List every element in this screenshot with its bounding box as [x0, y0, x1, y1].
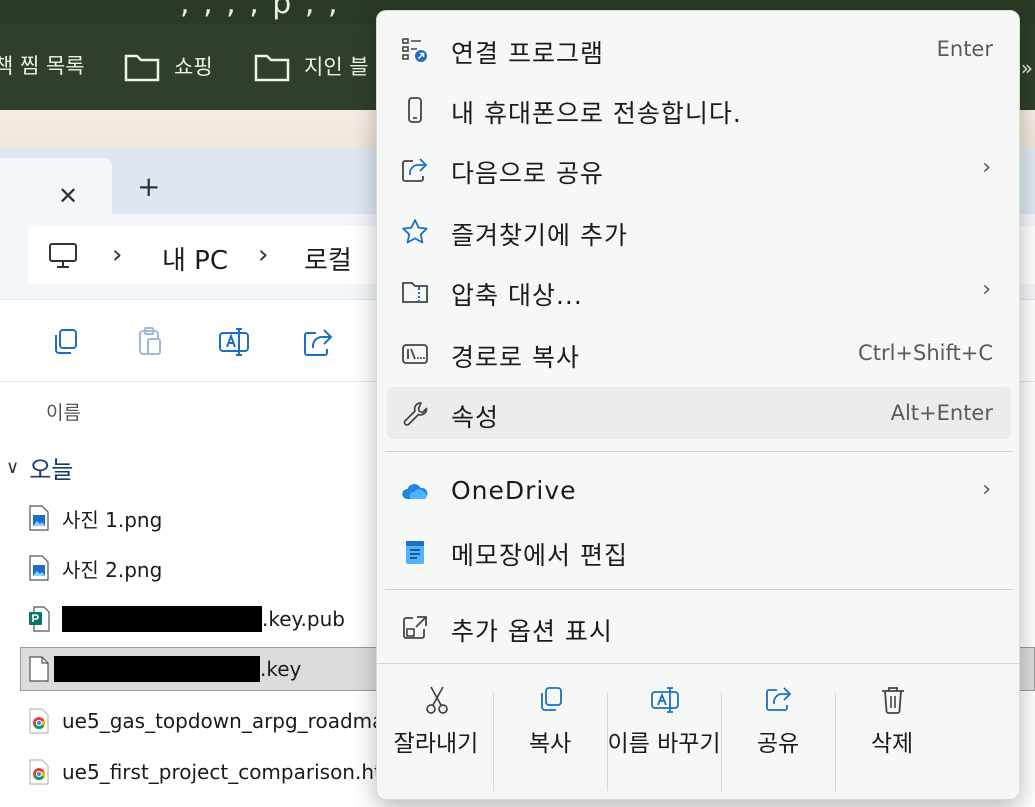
- explorer-tab[interactable]: ✕: [0, 158, 112, 214]
- browser-title-text: , , , , p , ,: [180, 0, 340, 21]
- chevron-right-icon: ›: [982, 477, 991, 502]
- column-header-name[interactable]: 이름: [46, 398, 81, 425]
- action-label: 복사: [528, 731, 572, 757]
- menu-item-send-to-phone[interactable]: 내 휴대폰으로 전송합니다.: [387, 83, 1011, 135]
- redacted-filename-block: [54, 656, 260, 682]
- folder-icon: [124, 54, 160, 82]
- chrome-html-icon: [29, 708, 49, 734]
- menu-divider: [385, 589, 1013, 590]
- bookmark-folder-shopping[interactable]: 쇼핑: [124, 50, 213, 82]
- open-with-icon: [402, 38, 427, 62]
- action-label: 공유: [756, 731, 800, 757]
- chrome-html-icon: [29, 759, 49, 785]
- context-menu: 연결 프로그램 Enter 내 휴대폰으로 전송합니다. 다음으로 공유 › 즐…: [376, 10, 1020, 800]
- chevron-right-icon: ›: [982, 277, 991, 302]
- trash-icon: [882, 687, 904, 714]
- group-header-today[interactable]: ∨ 오늘: [6, 450, 73, 485]
- breadcrumb-separator: ›: [112, 240, 123, 270]
- menu-item-shortcut: Enter: [936, 37, 993, 61]
- rename-icon: [651, 687, 679, 713]
- group-label: 오늘: [29, 456, 74, 484]
- file-name: 사진 1.png: [62, 507, 163, 532]
- breadcrumb-this-pc[interactable]: 내 PC: [162, 240, 228, 277]
- action-label: 삭제: [870, 731, 914, 757]
- action-label: 잘라내기: [393, 731, 479, 757]
- context-action-bar: 잘라내기 복사 이름 바꾸기 공유 삭제: [377, 675, 1019, 799]
- menu-item-label: 추가 옵션 표시: [451, 617, 613, 646]
- action-label: 이름 바꾸기: [607, 731, 721, 757]
- menu-item-show-more-options[interactable]: 추가 옵션 표시: [387, 601, 1011, 653]
- menu-item-label: OneDrive: [451, 476, 577, 505]
- copy-path-icon: [402, 344, 428, 364]
- onedrive-cloud-icon: [402, 484, 428, 499]
- share-icon: [402, 158, 428, 182]
- menu-item-label: 즐겨찾기에 추가: [451, 221, 628, 250]
- menu-item-label: 다음으로 공유: [451, 159, 604, 188]
- bookmark-label: 쇼핑: [174, 55, 213, 79]
- menu-item-properties[interactable]: 속성 Alt+Enter: [387, 387, 1011, 439]
- computer-icon: [49, 243, 77, 268]
- menu-divider: [377, 663, 1019, 664]
- paste-icon[interactable]: [134, 326, 166, 358]
- file-name: .key: [260, 657, 302, 681]
- tab-close-button[interactable]: ✕: [58, 182, 78, 210]
- scissors-icon: [426, 686, 448, 714]
- bookmarks-more-button[interactable]: »: [1021, 56, 1033, 80]
- new-tab-button[interactable]: +: [137, 170, 160, 203]
- action-share-button[interactable]: 공유: [721, 675, 835, 799]
- address-bar[interactable]: › 내 PC › 로컬: [28, 226, 388, 284]
- image-file-icon: [29, 555, 49, 581]
- menu-item-label: 연결 프로그램: [451, 39, 604, 68]
- menu-item-shortcut: Ctrl+Shift+C: [858, 341, 993, 365]
- blank-file-icon: [29, 656, 49, 682]
- notepad-icon: [406, 541, 424, 564]
- file-name: ue5_gas_topdown_arpg_roadmap: [62, 709, 398, 733]
- bookmark-label: 지인 블: [304, 55, 369, 79]
- copy-icon: [541, 687, 562, 711]
- menu-item-share-with[interactable]: 다음으로 공유 ›: [387, 143, 1011, 195]
- menu-item-label: 압축 대상...: [451, 281, 583, 310]
- menu-item-label: 내 휴대폰으로 전송합니다.: [451, 99, 742, 128]
- action-copy-button[interactable]: 복사: [493, 675, 607, 799]
- menu-item-label: 경로로 복사: [451, 343, 580, 372]
- breadcrumb-separator: ›: [258, 240, 269, 270]
- folder-icon: [254, 54, 290, 82]
- copy-icon[interactable]: [50, 326, 82, 358]
- wrench-icon: [403, 402, 428, 426]
- publisher-file-icon: [29, 606, 50, 632]
- menu-item-edit-in-notepad[interactable]: 메모장에서 편집: [387, 525, 1011, 577]
- chevron-right-icon: ›: [982, 155, 991, 180]
- action-delete-button[interactable]: 삭제: [835, 675, 949, 799]
- file-name: ue5_first_project_comparison.htm: [62, 760, 402, 784]
- bookmark-label: 책 찜 목록: [0, 54, 85, 78]
- menu-item-copy-as-path[interactable]: 경로로 복사 Ctrl+Shift+C: [387, 327, 1011, 379]
- menu-divider: [385, 451, 1013, 452]
- file-name: .key.pub: [262, 607, 345, 631]
- bookmark-folder-friends[interactable]: 지인 블: [254, 50, 369, 82]
- menu-item-shortcut: Alt+Enter: [890, 401, 993, 425]
- rename-icon[interactable]: [218, 326, 250, 358]
- file-name: 사진 2.png: [62, 557, 163, 582]
- zip-folder-icon: [402, 282, 428, 303]
- menu-item-label: 속성: [451, 403, 500, 432]
- menu-item-compress-to[interactable]: 압축 대상... ›: [387, 265, 1011, 317]
- phone-icon: [408, 97, 422, 123]
- more-options-icon: [403, 616, 427, 639]
- action-cut-button[interactable]: 잘라내기: [379, 675, 493, 799]
- breadcrumb-local[interactable]: 로컬: [304, 240, 352, 277]
- star-icon: [402, 219, 428, 244]
- share-icon[interactable]: [302, 326, 334, 358]
- menu-item-open-with[interactable]: 연결 프로그램 Enter: [387, 23, 1011, 75]
- share-icon: [766, 687, 792, 711]
- image-file-icon: [29, 505, 49, 531]
- menu-item-onedrive[interactable]: OneDrive ›: [387, 465, 1011, 517]
- chevron-down-icon: ∨: [6, 457, 20, 478]
- menu-item-add-to-favorites[interactable]: 즐겨찾기에 추가: [387, 205, 1011, 257]
- bookmark-item-1[interactable]: 책 찜 목록: [0, 50, 85, 80]
- action-rename-button[interactable]: 이름 바꾸기: [607, 675, 721, 799]
- menu-item-label: 메모장에서 편집: [451, 541, 628, 570]
- redacted-filename-block: [62, 606, 262, 632]
